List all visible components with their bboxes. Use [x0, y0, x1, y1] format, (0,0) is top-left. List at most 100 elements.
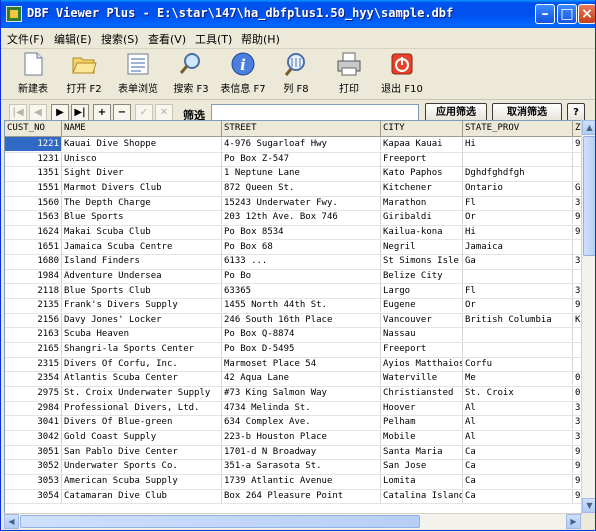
menu-edit[interactable]: 编辑(E) — [54, 31, 92, 47]
vertical-scrollbar[interactable]: ▲ ▼ — [581, 120, 595, 513]
table-row[interactable]: 2975 St. Croix Underwater Supply #73 King … — [5, 386, 581, 402]
table-row[interactable]: 2156 Davy Jones' Locker 246 South 16th Pla… — [5, 312, 581, 329]
table-cell[interactable]: 1 Neptune Lane — [222, 166, 381, 181]
table-cell[interactable]: 2984 — [5, 400, 62, 415]
table-cell[interactable]: Kato Paphos — [381, 166, 463, 181]
table-cell[interactable]: Divers Of Corfu, Inc. — [62, 356, 222, 371]
table-row[interactable]: 3051 San Pablo Dive Center 1701-d N Broadw… — [5, 444, 581, 461]
table-cell[interactable]: Po Box Z-547 — [222, 151, 381, 166]
table-row[interactable]: 3041 Divers Of Blue-green 634 Complex Ave.… — [5, 415, 581, 431]
table-cell[interactable]: Po Box Q-8874 — [222, 327, 381, 342]
table-cell[interactable]: 1624 — [5, 224, 62, 239]
scroll-left-arrow[interactable]: ◀ — [4, 514, 19, 529]
scroll-up-arrow[interactable]: ▲ — [582, 120, 595, 135]
table-cell[interactable]: Or — [463, 210, 573, 225]
table-cell[interactable]: Dghdfghdfgh — [463, 166, 573, 181]
table-cell[interactable]: Ayios Matthaios — [381, 356, 463, 371]
table-cell[interactable]: Professional Divers, Ltd. — [62, 400, 222, 415]
horizontal-scrollbar[interactable]: ◀ ▶ — [4, 513, 581, 529]
table-cell[interactable]: Fl — [463, 195, 573, 210]
table-row[interactable]: 1563 Blue Sports 203 12th Ave. Box 746 Giri… — [5, 210, 581, 226]
table-cell[interactable]: Me — [463, 371, 573, 386]
table-cell[interactable]: 351-a Sarasota St. — [222, 459, 381, 474]
table-row[interactable]: 3042 Gold Coast Supply 223-b Houston Place… — [5, 430, 581, 446]
table-cell[interactable]: Po Box D-5495 — [222, 342, 381, 357]
table-cell[interactable]: 15243 Underwater Fwy. — [222, 195, 381, 210]
table-cell[interactable]: Vancouver — [381, 312, 463, 327]
table-cell[interactable]: St. Croix Underwater Supply — [62, 386, 222, 401]
table-cell[interactable]: Davy Jones' Locker — [62, 312, 222, 327]
open-button[interactable]: 打开 F2 — [63, 51, 105, 97]
table-cell[interactable]: Pelham — [381, 415, 463, 430]
table-row[interactable]: 2165 Shangri-la Sports Center Po Box D-549… — [5, 342, 581, 358]
table-cell[interactable]: Shangri-la Sports Center — [62, 342, 222, 357]
exit-button[interactable]: 退出 F10 — [379, 51, 425, 97]
table-cell[interactable]: Kailua-kona — [381, 224, 463, 239]
table-cell[interactable]: St Simons Isle — [381, 254, 463, 269]
table-cell[interactable]: 2135 — [5, 298, 62, 313]
table-cell[interactable]: 634 Complex Ave. — [222, 415, 381, 430]
maximize-button[interactable]: □ — [557, 4, 577, 24]
table-cell[interactable]: Hoover — [381, 400, 463, 415]
table-cell[interactable]: 203 12th Ave. Box 746 — [222, 210, 381, 225]
table-info-button[interactable]: i 表信息 F7 — [217, 51, 269, 97]
table-cell[interactable]: Negril — [381, 239, 463, 254]
table-cell[interactable]: 1351 — [5, 166, 62, 181]
table-cell[interactable]: Ga — [463, 254, 573, 269]
table-cell[interactable]: Ca — [463, 473, 573, 488]
table-cell[interactable]: Largo — [381, 283, 463, 298]
table-cell[interactable]: Jamaica Scuba Centre — [62, 239, 222, 254]
table-cell[interactable]: 6133 ... — [222, 254, 381, 269]
table-cell[interactable]: Kitchener — [381, 180, 463, 195]
table-cell[interactable]: 3053 — [5, 473, 62, 488]
table-cell[interactable]: 1455 North 44th St. — [222, 298, 381, 313]
table-cell[interactable]: #73 King Salmon Way — [222, 386, 381, 401]
table-row[interactable]: 1651 Jamaica Scuba Centre Po Box 68 Negril J… — [5, 239, 581, 256]
table-cell[interactable]: Al — [463, 415, 573, 430]
close-button[interactable]: × — [578, 4, 595, 24]
table-cell[interactable]: Giribaldi — [381, 210, 463, 225]
table-cell[interactable]: Al — [463, 400, 573, 415]
table-cell[interactable]: Corfu — [463, 356, 573, 371]
table-cell[interactable]: 2156 — [5, 312, 62, 327]
table-cell[interactable]: Christiansted — [381, 386, 463, 401]
table-cell[interactable]: 2975 — [5, 386, 62, 401]
table-cell[interactable]: 872 Queen St. — [222, 180, 381, 195]
print-button[interactable]: 打印 — [333, 51, 365, 97]
table-cell[interactable]: Ca — [463, 444, 573, 459]
table-cell[interactable]: 4-976 Sugarloaf Hwy — [222, 137, 381, 151]
table-cell[interactable]: 63365 — [222, 283, 381, 298]
search-button[interactable]: 搜索 F3 — [169, 51, 213, 97]
table-cell[interactable]: 223-b Houston Place — [222, 430, 381, 444]
table-cell[interactable]: Or — [463, 298, 573, 313]
table-cell[interactable]: Kauai Dive Shoppe — [62, 137, 222, 151]
menu-search[interactable]: 搜索(S) — [101, 31, 139, 47]
table-row[interactable]: 1560 The Depth Charge 15243 Underwater Fwy… — [5, 195, 581, 212]
table-cell[interactable]: Fl — [463, 283, 573, 298]
table-cell[interactable]: Eugene — [381, 298, 463, 313]
table-cell[interactable]: 1739 Atlantic Avenue — [222, 473, 381, 488]
menu-file[interactable]: 文件(F) — [7, 31, 44, 47]
table-cell[interactable]: Mobile — [381, 430, 463, 444]
table-cell[interactable]: 246 South 16th Place — [222, 312, 381, 327]
table-row[interactable]: 1551 Marmot Divers Club 872 Queen St. Kitch… — [5, 180, 581, 197]
table-cell[interactable]: Waterville — [381, 371, 463, 386]
table-cell[interactable]: Marmot Divers Club — [62, 180, 222, 195]
vertical-scroll-thumb[interactable] — [583, 136, 595, 256]
table-cell[interactable]: Freeport — [381, 342, 463, 357]
title-bar[interactable]: DBF Viewer Plus - E:\star\147\ha_dbfplus… — [1, 0, 595, 28]
table-row[interactable]: 1221 Kauai Dive Shoppe 4-976 Sugarloaf Hwy… — [5, 137, 581, 153]
table-cell[interactable]: Kapaa Kauai — [381, 137, 463, 151]
table-cell[interactable]: Makai Scuba Club — [62, 224, 222, 239]
table-cell[interactable]: Atlantis Scuba Center — [62, 371, 222, 386]
table-cell[interactable]: Underwater Sports Co. — [62, 459, 222, 474]
table-cell[interactable]: 42 Aqua Lane — [222, 371, 381, 386]
table-cell[interactable]: 1560 — [5, 195, 62, 210]
table-cell[interactable]: Santa Maria — [381, 444, 463, 459]
table-cell[interactable]: St. Croix — [463, 386, 573, 401]
table-row[interactable]: 1351 Sight Diver 1 Neptune Lane Kato Paphos… — [5, 166, 581, 182]
table-cell[interactable]: Jamaica — [463, 239, 573, 254]
table-cell[interactable]: American Scuba Supply — [62, 473, 222, 488]
table-cell[interactable]: 1221 — [5, 137, 62, 151]
table-cell[interactable]: Hi — [463, 224, 573, 239]
